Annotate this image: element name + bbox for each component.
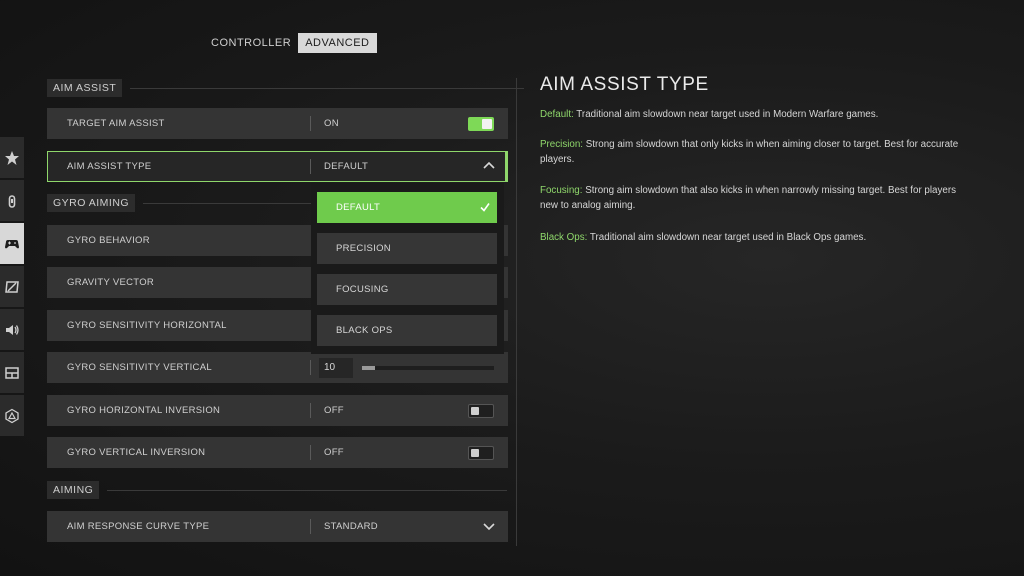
chevron-down-icon[interactable] bbox=[482, 519, 496, 533]
info-term: Precision: bbox=[540, 139, 584, 150]
info-entry-default: Default: Traditional aim slowdown near t… bbox=[540, 107, 972, 122]
setting-label: GYRO SENSITIVITY VERTICAL bbox=[67, 362, 212, 373]
info-text: Strong aim slowdown that also kicks in w… bbox=[540, 185, 957, 211]
rail-item-interface[interactable] bbox=[0, 352, 24, 393]
option-precision[interactable]: PRECISION bbox=[317, 233, 497, 264]
info-entry-focusing: Focusing: Strong aim slowdown that also … bbox=[540, 183, 972, 213]
setting-separator bbox=[310, 116, 311, 131]
panel-divider bbox=[516, 78, 517, 546]
setting-gyro-horizontal-inversion[interactable]: GYRO HORIZONTAL INVERSION OFF bbox=[47, 395, 508, 426]
setting-label: GYRO HORIZONTAL INVERSION bbox=[67, 405, 221, 416]
rail-item-graphics[interactable] bbox=[0, 266, 24, 307]
toggle-knob bbox=[471, 407, 479, 415]
interface-icon bbox=[5, 366, 19, 379]
ammo-icon bbox=[8, 194, 16, 208]
setting-label: GYRO SENSITIVITY HORIZONTAL bbox=[67, 320, 227, 331]
setting-separator bbox=[310, 360, 311, 375]
section-aim-assist: AIM ASSIST bbox=[47, 79, 525, 97]
option-label: FOCUSING bbox=[336, 284, 389, 295]
section-divider bbox=[107, 489, 508, 491]
option-label: BLACK OPS bbox=[336, 325, 393, 336]
toggle-knob bbox=[482, 119, 492, 129]
section-title: AIMING bbox=[47, 481, 100, 499]
setting-separator bbox=[310, 519, 311, 534]
rail-item-favorites[interactable] bbox=[0, 137, 24, 178]
info-text: Strong aim slowdown that only kicks in w… bbox=[540, 139, 959, 165]
section-divider bbox=[130, 87, 525, 89]
setting-label: AIM RESPONSE CURVE TYPE bbox=[67, 521, 210, 532]
rail-item-controller[interactable] bbox=[0, 223, 24, 264]
gyro-horizontal-inversion-toggle[interactable] bbox=[468, 404, 494, 418]
section-title: GYRO AIMING bbox=[47, 194, 136, 212]
display-icon bbox=[5, 280, 19, 293]
target-aim-assist-toggle[interactable] bbox=[468, 117, 494, 131]
section-title: AIM ASSIST bbox=[47, 79, 123, 97]
info-text: Traditional aim slowdown near target use… bbox=[587, 232, 867, 243]
setting-separator bbox=[310, 159, 311, 174]
option-default[interactable]: DEFAULT bbox=[317, 192, 497, 223]
category-rail bbox=[0, 137, 24, 438]
setting-value: ON bbox=[324, 118, 339, 129]
setting-separator bbox=[310, 403, 311, 418]
gyro-sensitivity-vertical-value[interactable]: 10 bbox=[319, 358, 353, 378]
option-label: DEFAULT bbox=[336, 202, 381, 213]
setting-target-aim-assist[interactable]: TARGET AIM ASSIST ON bbox=[47, 108, 508, 139]
section-divider bbox=[143, 202, 324, 204]
network-icon bbox=[5, 408, 19, 423]
info-term: Focusing: bbox=[540, 185, 583, 196]
chevron-up-icon bbox=[483, 161, 495, 169]
setting-aim-response-curve-type[interactable]: AIM RESPONSE CURVE TYPE STANDARD bbox=[47, 511, 508, 542]
info-text: Traditional aim slowdown near target use… bbox=[573, 109, 879, 120]
setting-value: OFF bbox=[324, 405, 344, 416]
star-icon bbox=[5, 150, 19, 165]
setting-label: GYRO BEHAVIOR bbox=[67, 235, 150, 246]
rail-item-audio[interactable] bbox=[0, 309, 24, 350]
settings-tabs: CONTROLLER ADVANCED bbox=[204, 33, 377, 53]
info-term: Black Ops: bbox=[540, 232, 588, 243]
setting-value: STANDARD bbox=[324, 521, 378, 532]
tab-advanced[interactable]: ADVANCED bbox=[298, 33, 377, 53]
info-entry-black-ops: Black Ops: Traditional aim slowdown near… bbox=[540, 230, 972, 245]
info-term: Default: bbox=[540, 109, 574, 120]
setting-aim-assist-type[interactable]: AIM ASSIST TYPE DEFAULT bbox=[47, 151, 508, 182]
info-entry-precision: Precision: Strong aim slowdown that only… bbox=[540, 137, 972, 167]
checkmark-icon bbox=[480, 203, 490, 212]
rail-item-network[interactable] bbox=[0, 395, 24, 436]
rail-item-weapons[interactable] bbox=[0, 180, 24, 221]
gyro-vertical-inversion-toggle[interactable] bbox=[468, 446, 494, 460]
setting-label: GRAVITY VECTOR bbox=[67, 277, 155, 288]
section-aiming: AIMING bbox=[47, 481, 508, 499]
setting-label: GYRO VERTICAL INVERSION bbox=[67, 447, 206, 458]
option-black-ops[interactable]: BLACK OPS bbox=[317, 315, 497, 346]
toggle-knob bbox=[471, 449, 479, 457]
speaker-icon bbox=[6, 324, 19, 335]
tab-controller[interactable]: CONTROLLER bbox=[204, 33, 298, 53]
setting-value: DEFAULT bbox=[324, 161, 369, 172]
option-focusing[interactable]: FOCUSING bbox=[317, 274, 497, 305]
setting-label: TARGET AIM ASSIST bbox=[67, 118, 165, 129]
setting-gyro-vertical-inversion[interactable]: GYRO VERTICAL INVERSION OFF bbox=[47, 437, 508, 468]
aim-assist-type-dropdown: DEFAULT PRECISION FOCUSING BLACK OPS bbox=[311, 183, 504, 354]
option-label: PRECISION bbox=[336, 243, 391, 254]
setting-separator bbox=[310, 445, 311, 460]
gamepad-icon bbox=[5, 239, 19, 248]
slider-fill bbox=[362, 366, 376, 370]
section-gyro-aiming: GYRO AIMING bbox=[47, 194, 324, 212]
setting-label: AIM ASSIST TYPE bbox=[67, 161, 152, 172]
setting-value: OFF bbox=[324, 447, 344, 458]
selection-accent-bar bbox=[505, 151, 508, 182]
gyro-sensitivity-vertical-slider[interactable] bbox=[362, 366, 494, 370]
info-title: AIM ASSIST TYPE bbox=[540, 74, 709, 95]
